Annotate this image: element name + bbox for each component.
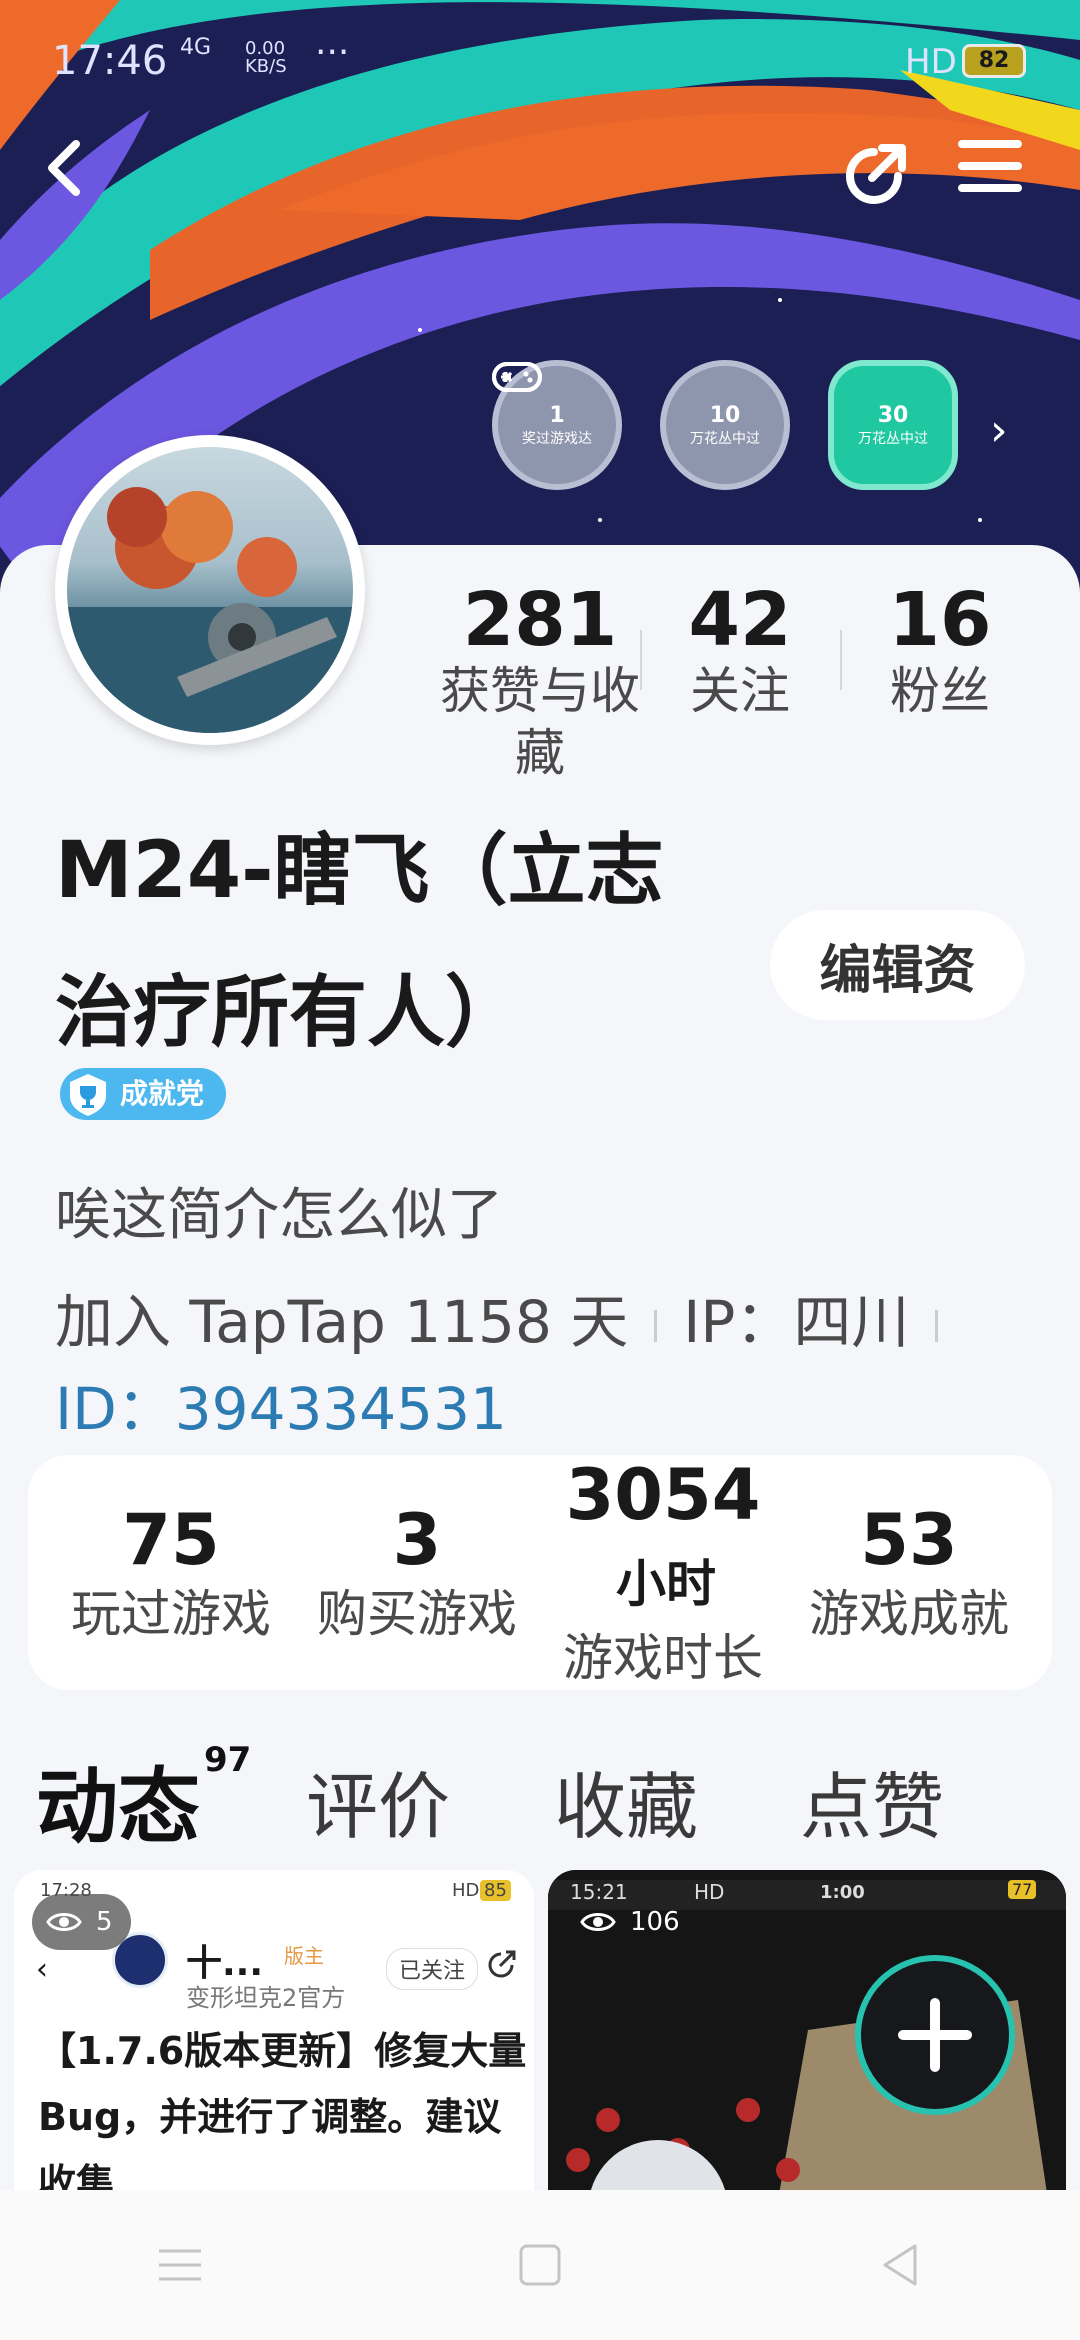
profile-meta: 加入 TapTap 1158 天 IP：四川 — [55, 1275, 964, 1359]
net-speed-unit: KB/S — [245, 56, 287, 77]
badge-label: 万花丛中过 — [690, 430, 760, 447]
create-post-button[interactable] — [855, 1955, 1015, 2115]
badge-count: 30 — [877, 402, 909, 428]
menu-lines-icon — [159, 2249, 201, 2281]
home-button[interactable] — [500, 2225, 580, 2305]
screenshot-battery: 85 — [480, 1880, 511, 1901]
trophy-icon — [70, 1074, 106, 1116]
tab-activity-count: 97 — [204, 1740, 252, 1780]
followers-label: 粉丝 — [890, 662, 990, 720]
view-count-value: 5 — [96, 1907, 113, 1937]
badge-label: 万花丛中过 — [858, 430, 928, 447]
following-label: 关注 — [690, 662, 790, 720]
played-games-count: 75 — [122, 1498, 220, 1581]
net-speed: 0.00 KB/S — [245, 40, 287, 76]
achievements-stat[interactable]: 53 游戏成就 — [786, 1499, 1032, 1647]
badge-label: 奖过游戏达 — [522, 430, 592, 447]
bio-text: 唉这简介怎么似了 — [55, 1183, 503, 1248]
recent-apps-button[interactable] — [140, 2225, 220, 2305]
meta-divider — [654, 1309, 658, 1342]
screenshot-hd: HD — [452, 1880, 480, 1901]
user-id[interactable]: ID：394334531 — [55, 1362, 507, 1446]
author-role-badge: 版主 — [284, 1944, 324, 1968]
feed-card[interactable]: 17:28 HD 85 ‹ 十... 版主 变形坦克2官方 已关注 【1.7.6… — [14, 1870, 534, 2200]
tab-reviews[interactable]: 评价 — [306, 1748, 450, 1853]
following-count: 42 — [688, 577, 792, 663]
followers-stat[interactable]: 16 粉丝 — [840, 580, 1040, 784]
back-button[interactable] — [40, 138, 120, 218]
system-back-button[interactable] — [860, 2225, 940, 2305]
menu-button[interactable] — [958, 138, 1038, 218]
gamepad-icon — [492, 362, 542, 392]
likes-stat[interactable]: 281 获赞与收藏 — [440, 580, 640, 784]
profile-screen: 17:46 4G 0.00 KB/S ··· HD 82 1 奖过游戏达 10 … — [0, 0, 1080, 2340]
achievement-badge[interactable]: 30 万花丛中过 — [492, 360, 958, 490]
username: M24-瞎飞（立志治疗所有人） — [55, 826, 664, 1058]
share-button[interactable] — [836, 138, 916, 218]
screenshot-back-icon: ‹ — [36, 1952, 48, 1987]
game-stats: 75 玩过游戏 3 购买游戏 3054 小时 游戏时长 53 游戏成就 — [28, 1454, 1052, 1691]
purchased-games-count: 3 — [392, 1498, 442, 1581]
view-count: 106 — [566, 1894, 698, 1950]
screenshot-share-icon — [488, 1950, 516, 1978]
system-navigation-bar — [0, 2190, 1080, 2340]
edit-profile-button[interactable]: 编辑资 — [770, 910, 1025, 1020]
status-bar: 17:46 4G 0.00 KB/S ··· HD 82 — [0, 0, 1080, 120]
status-time: 17:46 — [52, 38, 168, 84]
screenshot-center-text: 1:00 — [820, 1882, 865, 1903]
achievement-badges[interactable]: 1 奖过游戏达 10 万花丛中过 30 万花丛中过 — [492, 360, 958, 490]
badges-more-chevron-icon[interactable]: › — [990, 405, 1008, 456]
battery-icon: 82 — [962, 44, 1026, 78]
followers-count: 16 — [888, 577, 992, 663]
tab-activity[interactable]: 动态 97 — [36, 1740, 251, 1859]
meta-divider — [935, 1309, 939, 1342]
more-status-icon: ··· — [315, 32, 350, 73]
played-games-label: 玩过游戏 — [71, 1584, 271, 1643]
purchased-games-label: 购买游戏 — [317, 1584, 517, 1643]
badge-count: 1 — [549, 402, 565, 428]
post-text: 【1.7.6版本更新】修复大量Bug，并进行了调整。建议收集 — [38, 2029, 527, 2200]
view-count-value: 106 — [630, 1907, 680, 1937]
tab-likes[interactable]: 点赞 — [800, 1748, 944, 1853]
played-games-stat[interactable]: 75 玩过游戏 — [48, 1499, 294, 1647]
menu-icon — [958, 140, 1022, 192]
purchased-games-stat[interactable]: 3 购买游戏 — [294, 1499, 540, 1647]
plus-icon — [898, 1998, 972, 2072]
back-arrow-icon — [48, 140, 80, 196]
likes-label: 获赞与收藏 — [440, 662, 640, 782]
play-time-label: 游戏时长 — [563, 1629, 763, 1687]
post-author-subtitle: 变形坦克2官方 — [186, 1984, 346, 2012]
eye-icon — [580, 1913, 616, 1931]
signal-icon: 4G — [180, 35, 212, 60]
tab-activity-label: 动态 — [36, 1760, 201, 1855]
eye-icon — [46, 1913, 82, 1931]
play-time-stat[interactable]: 3054 小时 游戏时长 — [540, 1454, 786, 1691]
avatar-art — [67, 487, 353, 733]
view-count: 5 — [32, 1894, 131, 1950]
profile-stats: 281 获赞与收藏 42 关注 16 粉丝 — [440, 580, 1040, 784]
screenshot-hd: HD — [694, 1880, 725, 1904]
square-icon — [519, 2244, 561, 2286]
achievement-tag-label: 成就党 — [120, 1077, 205, 1110]
content-tabs: 动态 97 评价 收藏 点赞 — [36, 1700, 1046, 1855]
hd-indicator: HD — [905, 42, 957, 82]
achievement-badge[interactable]: 10 万花丛中过 — [492, 360, 790, 490]
achievement-tag[interactable]: 成就党 — [60, 1068, 227, 1120]
play-time-value: 3054 — [565, 1454, 761, 1536]
play-time-unit: 小时 — [616, 1555, 716, 1613]
ip-location: IP：四川 — [683, 1288, 910, 1356]
achievements-count: 53 — [860, 1498, 958, 1581]
join-days: 加入 TapTap 1158 天 — [55, 1288, 629, 1356]
badge-count: 10 — [709, 402, 741, 428]
avatar-image — [67, 447, 353, 733]
follow-status: 已关注 — [386, 1948, 479, 1990]
avatar[interactable] — [55, 435, 365, 745]
following-stat[interactable]: 42 关注 — [640, 580, 840, 784]
tab-collections[interactable]: 收藏 — [554, 1748, 698, 1853]
triangle-back-icon — [883, 2244, 917, 2286]
likes-count: 281 — [462, 577, 618, 663]
screenshot-battery: 77 — [1008, 1880, 1037, 1899]
achievements-label: 游戏成就 — [809, 1584, 1009, 1643]
share-icon — [846, 144, 906, 204]
